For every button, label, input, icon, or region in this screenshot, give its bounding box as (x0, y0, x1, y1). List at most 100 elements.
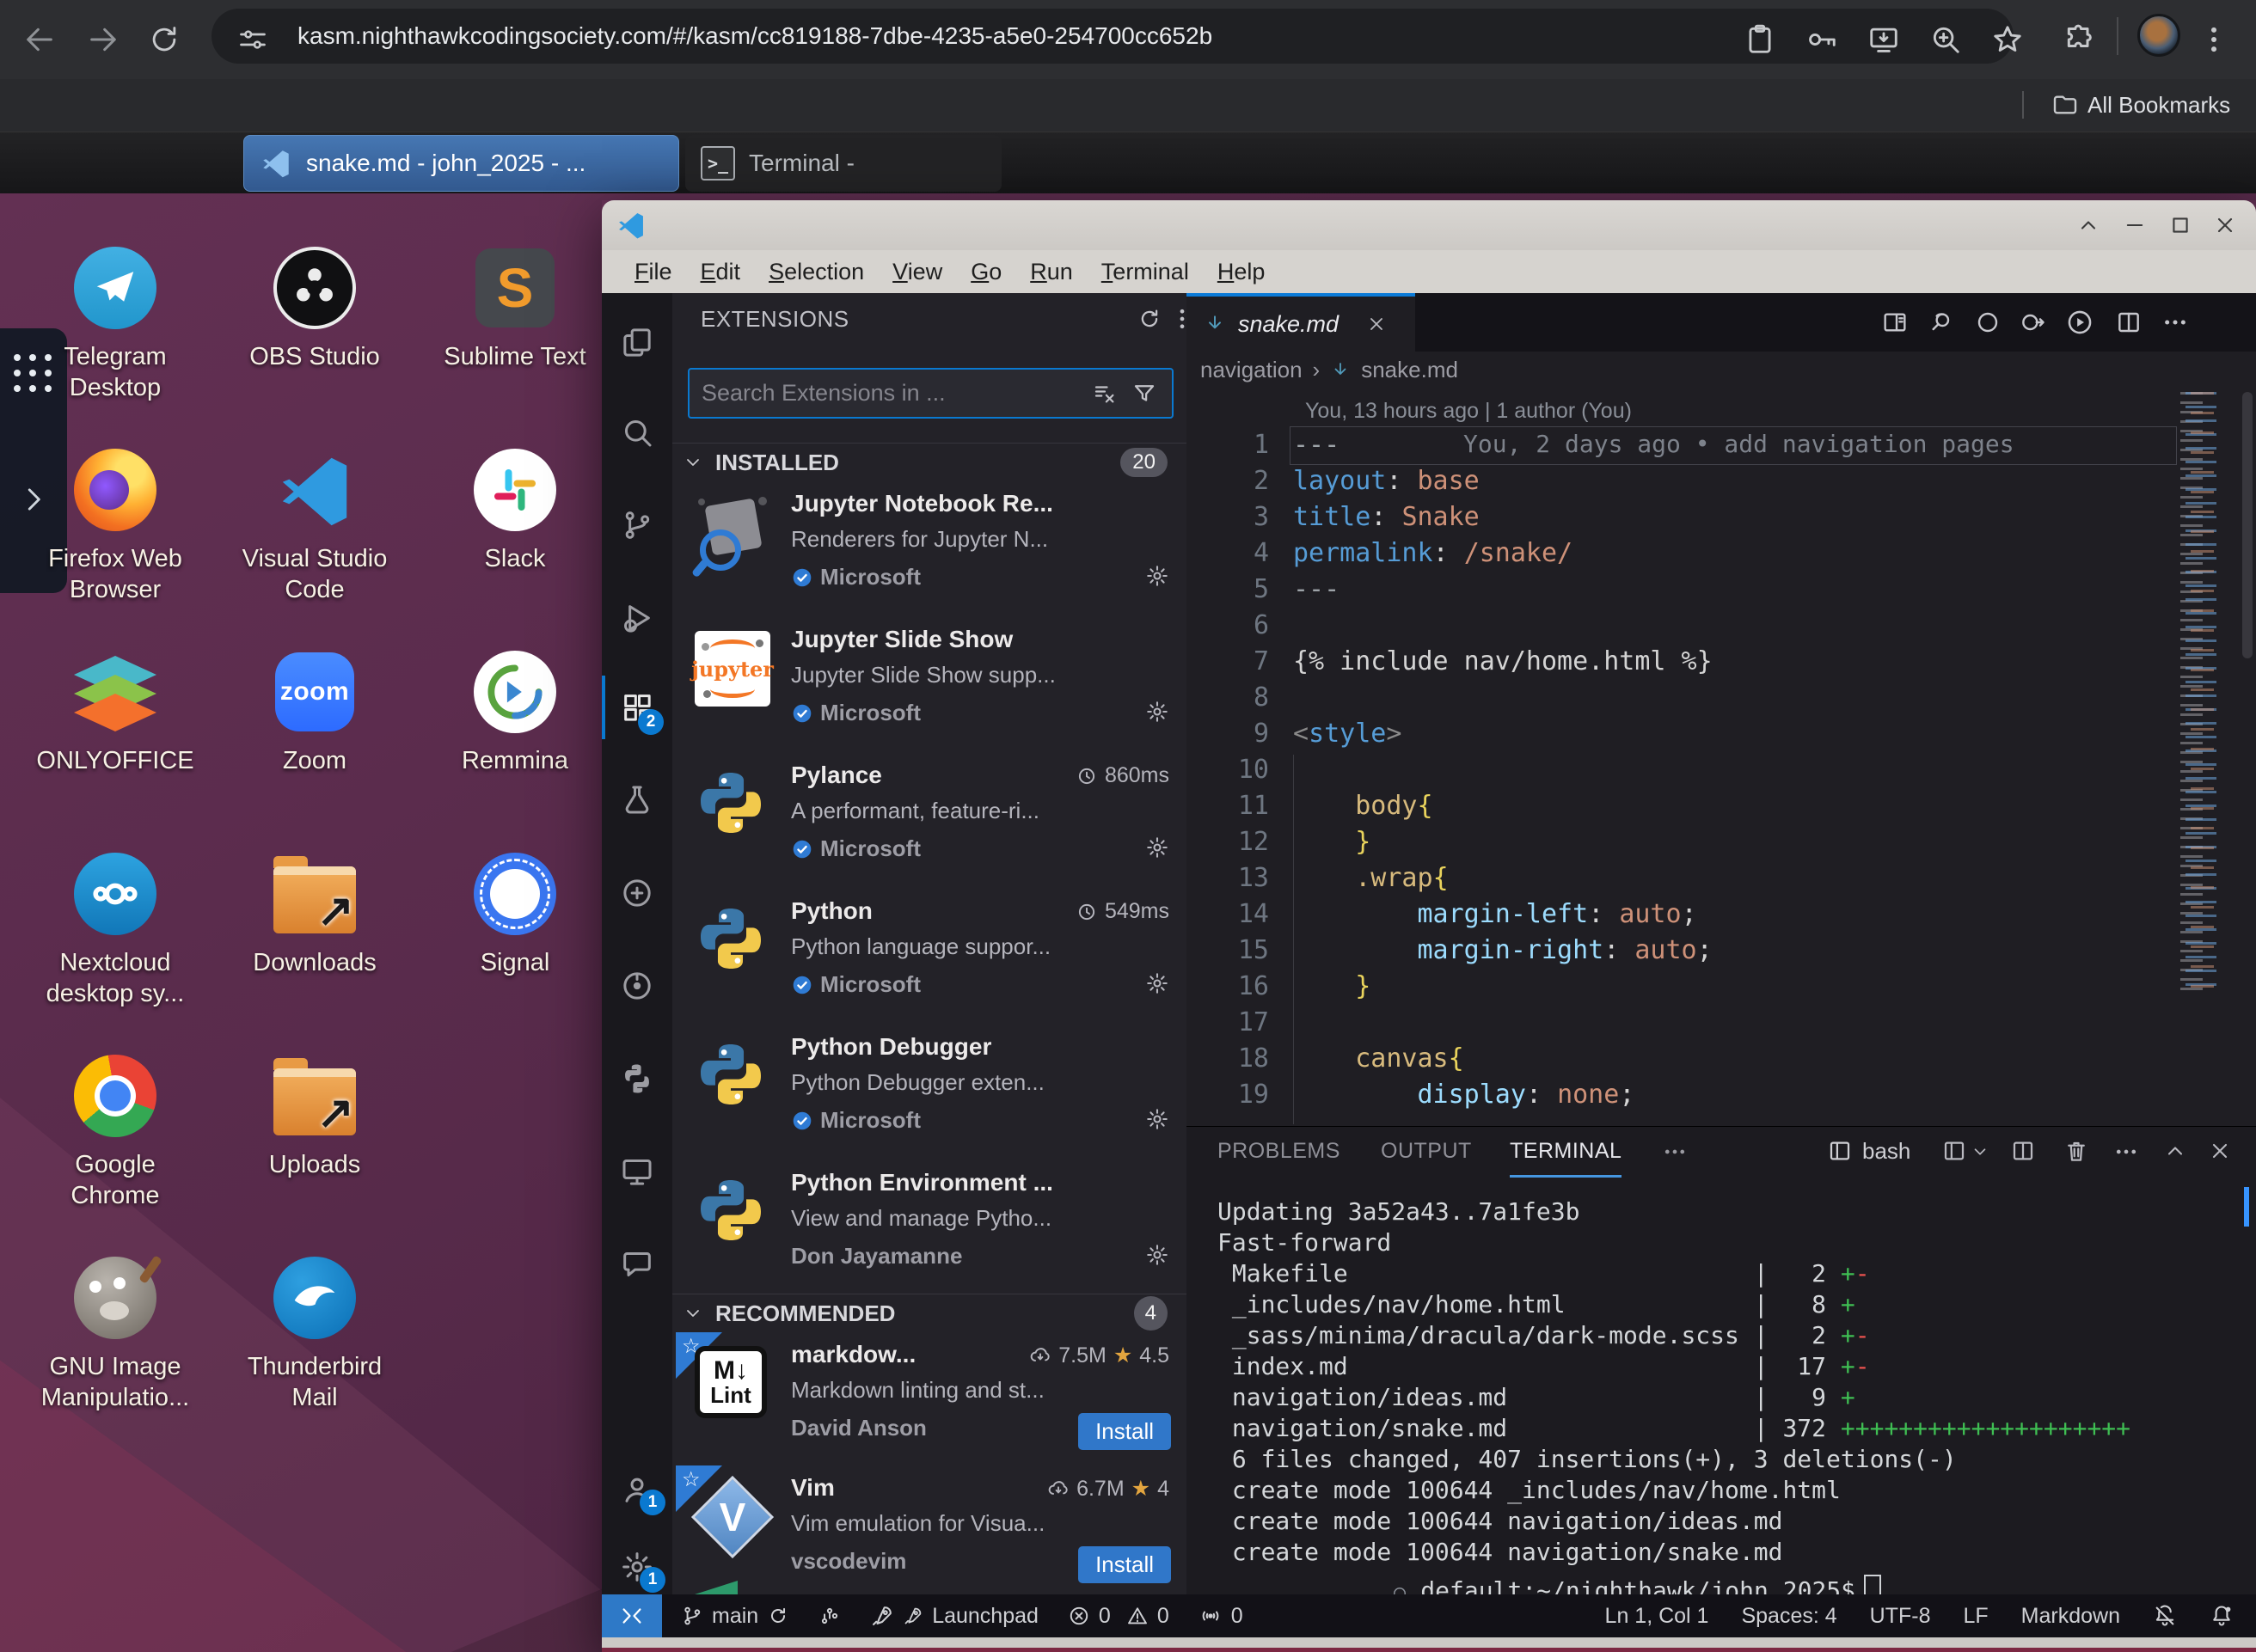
editor-scrollbar[interactable] (2242, 392, 2253, 658)
desktop-icon-telegram[interactable]: Telegram Desktop (29, 243, 201, 403)
maximize-panel-icon[interactable] (2163, 1139, 2187, 1163)
gear-icon[interactable] (1145, 700, 1169, 730)
window-titlebar[interactable]: snake.md - john_2025 - Visual Studio Cod… (602, 200, 2256, 251)
refresh-icon[interactable] (1137, 306, 1162, 332)
menu-terminal[interactable]: Terminal (1101, 259, 1189, 285)
activity-python-icon[interactable] (613, 1055, 661, 1103)
installed-section-header[interactable]: INSTALLED 20 (672, 443, 1186, 481)
close-tab-icon[interactable] (1366, 314, 1387, 334)
browser-menu-icon[interactable] (2198, 23, 2230, 56)
terminal-scrollbar[interactable] (2244, 1187, 2249, 1227)
extension-item-python-environment-[interactable]: Python Environment ...View and manage Py… (672, 1160, 1186, 1296)
tab-output[interactable]: OUTPUT (1381, 1127, 1472, 1175)
desktop-icon-gimp[interactable]: GNU Image Manipulatio... (29, 1253, 201, 1413)
tab-snake-md[interactable]: snake.md (1186, 293, 1415, 352)
scm-graph-button[interactable] (818, 1605, 841, 1627)
close-panel-icon[interactable] (2208, 1139, 2232, 1163)
remote-indicator[interactable] (602, 1594, 662, 1637)
install-button[interactable]: Install (1078, 1413, 1171, 1450)
menu-go[interactable]: Go (971, 259, 1002, 285)
extensions-puzzle-icon[interactable] (2062, 22, 2096, 57)
desktop-icon-chrome[interactable]: Google Chrome (29, 1051, 201, 1211)
gear-icon[interactable] (1145, 971, 1169, 1001)
desktop-icon-slack[interactable]: Slack (429, 445, 601, 574)
indentation[interactable]: Spaces: 4 (1741, 1604, 1836, 1629)
activity-source-control-icon[interactable] (613, 501, 661, 549)
extension-item-pylance[interactable]: Pylance860msA performant, feature-ri...M… (672, 753, 1186, 889)
install-screen-icon[interactable] (1867, 23, 1900, 56)
desktop-icon-nextcloud[interactable]: Nextcloud desktop sy... (29, 849, 201, 1009)
problems-indicator[interactable]: 0 0 (1068, 1604, 1169, 1629)
back-icon[interactable] (22, 22, 57, 57)
references-icon[interactable] (2019, 309, 2046, 336)
breadcrumb-folder[interactable]: navigation (1200, 357, 1303, 383)
password-key-icon[interactable] (1805, 23, 1838, 56)
activity-explorer-icon[interactable] (613, 318, 661, 366)
desktop-icon-firefox[interactable]: Firefox Web Browser (29, 445, 201, 605)
menu-up-icon[interactable] (2076, 213, 2100, 237)
all-bookmarks-button[interactable]: All Bookmarks (2087, 79, 2230, 132)
desktop-icon-signal[interactable]: Signal (429, 849, 601, 978)
bookmark-star-icon[interactable] (1991, 23, 2024, 56)
activity-jupyter-icon[interactable] (613, 869, 661, 917)
more-actions-icon[interactable] (1169, 306, 1186, 332)
site-info-icon[interactable] (237, 24, 268, 55)
clipboard-icon[interactable] (1744, 23, 1776, 56)
gear-icon[interactable] (1145, 1243, 1169, 1273)
reload-icon[interactable] (148, 23, 181, 56)
run-file-icon[interactable] (2065, 308, 2094, 337)
activity-live-preview-icon[interactable] (613, 962, 661, 1010)
blame-lens-icon[interactable] (1928, 309, 1955, 336)
extension-item-jupyter-notebook-re-[interactable]: Jupyter Notebook Re...Renderers for Jupy… (672, 481, 1186, 617)
menu-selection[interactable]: Selection (769, 259, 864, 285)
menu-edit[interactable]: Edit (701, 259, 741, 285)
desktop-icon-folder[interactable]: ↗Uploads (229, 1051, 401, 1180)
language-mode[interactable]: Markdown (2021, 1604, 2120, 1629)
menu-view[interactable]: View (892, 259, 942, 285)
maximize-icon[interactable] (2168, 213, 2192, 237)
more-actions-icon[interactable] (2161, 309, 2189, 336)
avatar[interactable] (2137, 14, 2180, 57)
desktop-icon-sublime[interactable]: SSublime Text (429, 243, 601, 372)
desktop-icon-onlyoffice[interactable]: ONLYOFFICE (29, 647, 201, 776)
desktop-icon-vscode[interactable]: Visual Studio Code (229, 445, 401, 605)
menu-help[interactable]: Help (1217, 259, 1266, 285)
minimize-icon[interactable] (2123, 213, 2147, 237)
outline-circle-icon[interactable] (1974, 309, 2002, 336)
terminal-output[interactable]: Updating 3a52a43..7a1fe3bFast-forward Ma… (1186, 1175, 2256, 1595)
menu-run[interactable]: Run (1030, 259, 1073, 285)
desktop-icon-zoom[interactable]: zoomZoom (229, 647, 401, 776)
branch-indicator[interactable]: main (681, 1604, 789, 1629)
notifications-muted-icon[interactable] (2153, 1604, 2177, 1628)
url-text[interactable]: kasm.nighthawkcodingsociety.com/#/kasm/c… (297, 9, 1212, 64)
cursor-position[interactable]: Ln 1, Col 1 (1605, 1604, 1709, 1629)
extension-item-jupyter-slide-show[interactable]: jupyterJupyter Slide ShowJupyter Slide S… (672, 617, 1186, 753)
filter-icon[interactable] (1131, 381, 1157, 407)
extension-item-markdow-[interactable]: ☆M↓Lintmarkdow...7.5M★4.5Markdown lintin… (672, 1332, 1186, 1468)
extension-item-python[interactable]: Python549msPython language suppor...Micr… (672, 889, 1186, 1025)
gear-icon[interactable] (1145, 835, 1169, 866)
desktop-icon-folder[interactable]: ↗Downloads (229, 849, 401, 978)
taskbar-item-terminal[interactable]: >_ Terminal - (685, 135, 1002, 192)
breadcrumb-file[interactable]: snake.md (1361, 357, 1458, 383)
gear-icon[interactable] (1145, 564, 1169, 594)
minimap[interactable] (2179, 392, 2232, 1062)
launchpad-button[interactable]: Launchpad (870, 1604, 1039, 1629)
extensions-search-input[interactable] (700, 373, 1082, 413)
activity-testing-icon[interactable] (613, 776, 661, 824)
shell-label[interactable]: bash (1862, 1127, 1910, 1175)
desktop-icon-obs[interactable]: OBS Studio (229, 243, 401, 372)
extension-item-vim[interactable]: ☆VVim6.7M★4Vim emulation for Visua...vsc… (672, 1465, 1186, 1594)
split-terminal-icon[interactable] (2010, 1138, 2036, 1164)
launch-profile-icon[interactable] (1941, 1138, 1967, 1164)
activity-run-debug-icon[interactable] (613, 594, 661, 642)
eol[interactable]: LF (1963, 1604, 1988, 1629)
chevron-down-icon[interactable] (1971, 1142, 1989, 1161)
menu-file[interactable]: File (634, 259, 672, 285)
activity-search-icon[interactable] (613, 408, 661, 456)
kill-terminal-icon[interactable] (2063, 1138, 2089, 1164)
forward-icon[interactable] (86, 22, 120, 57)
activity-remote-explorer-icon[interactable] (613, 1147, 661, 1196)
gear-icon[interactable] (1145, 1107, 1169, 1137)
activity-comments-icon[interactable] (613, 1240, 661, 1288)
